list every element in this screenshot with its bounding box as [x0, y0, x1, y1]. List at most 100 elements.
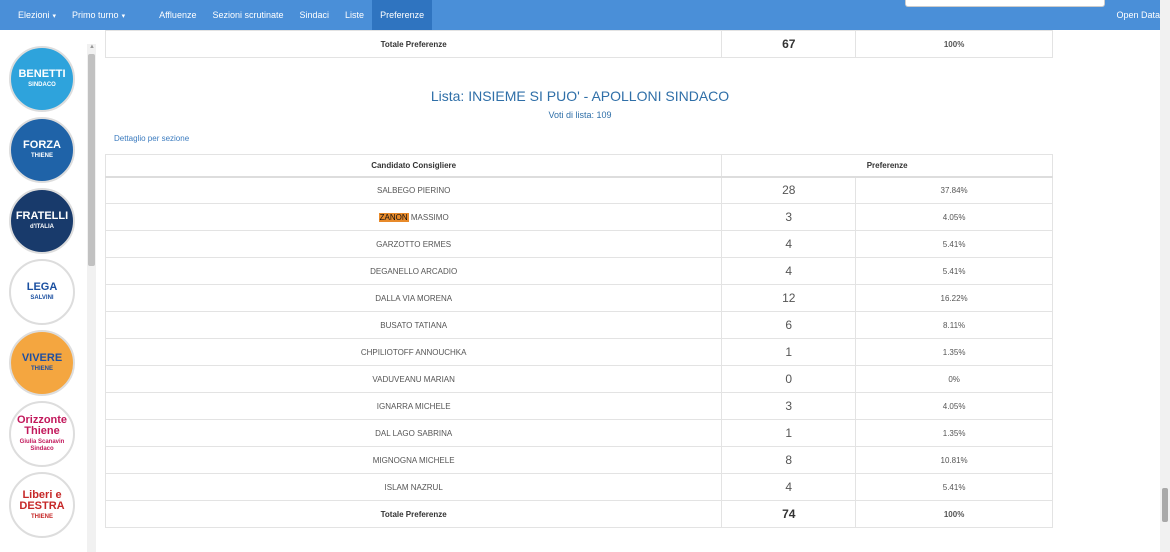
nav-item-liste[interactable]: Liste	[337, 0, 372, 30]
candidate-votes: 28	[721, 176, 857, 204]
party-logo-line2: THIENE	[30, 366, 53, 372]
candidate-votes: 4	[721, 257, 857, 285]
nav-item-label: Affluenze	[159, 10, 197, 20]
preferences-table: Candidato Consigliere Preferenze SALBEGO…	[104, 154, 1053, 528]
party-logo-line2: THIENE	[30, 153, 53, 159]
candidate-pct: 5.41%	[855, 473, 1053, 501]
candidate-votes: 4	[721, 473, 857, 501]
party-logo[interactable]: Orizzonte Thiene Giulia Scanavin Sindaco	[9, 401, 75, 467]
nav-item-label: Primo turno	[72, 10, 119, 20]
table-row: CHPILIOTOFF ANNOUCHKA 1 1.35%	[104, 338, 1053, 366]
party-logo[interactable]: VIVERE THIENE	[9, 330, 75, 396]
candidate-name: ZANON MASSIMO	[104, 203, 723, 231]
table-row: DEGANELLO ARCADIO 4 5.41%	[104, 257, 1053, 285]
candidate-name: BUSATO TATIANA	[104, 311, 723, 339]
candidate-votes: 1	[721, 419, 857, 447]
nav-item-elezioni[interactable]: Elezioni ▾	[10, 0, 64, 30]
party-logo[interactable]: BENETTI SINDACO	[9, 46, 75, 112]
search-box[interactable]	[905, 0, 1105, 7]
candidate-name: DALLA VIA MORENA	[104, 284, 723, 312]
table-row: VADUVEANU MARIAN 0 0%	[104, 365, 1053, 393]
total-label: Totale Preferenze	[104, 500, 723, 528]
candidate-name: ISLAM NAZRUL	[104, 473, 723, 501]
candidate-name: CHPILIOTOFF ANNOUCHKA	[104, 338, 723, 366]
main-content: Totale Preferenze 67 100% Lista: INSIEME…	[104, 30, 1055, 528]
scroll-up-arrow-icon[interactable]: ▲	[89, 44, 95, 50]
table-row: BUSATO TATIANA 6 8.11%	[104, 311, 1053, 339]
party-logo[interactable]: LEGA SALVINI	[9, 259, 75, 325]
candidate-name: DAL LAGO SABRINA	[104, 419, 723, 447]
nav-item-primo-turno[interactable]: Primo turno ▾	[64, 0, 133, 30]
list-title: Lista: INSIEME SI PUO' - APOLLONI SINDAC…	[430, 88, 730, 104]
candidate-pct: 1.35%	[855, 338, 1053, 366]
party-logo-line1: FRATELLI	[15, 210, 69, 222]
nav-item-label: Preferenze	[380, 10, 425, 20]
candidate-votes: 3	[721, 392, 857, 420]
party-logo-line1: VIVERE	[21, 352, 63, 364]
candidate-pct: 0%	[855, 365, 1053, 393]
candidate-pct: 16.22%	[855, 284, 1053, 312]
total-pct: 100%	[855, 30, 1053, 58]
detail-by-section-link[interactable]: Dettaglio per sezione	[114, 134, 1055, 143]
candidate-pct: 5.41%	[855, 257, 1053, 285]
party-logo-line2: Giulia Scanavin Sindaco	[19, 439, 65, 452]
candidate-pct: 4.05%	[855, 392, 1053, 420]
party-logo-line2: d'ITALIA	[30, 224, 54, 230]
total-pct: 100%	[855, 500, 1053, 528]
total-votes: 67	[721, 30, 857, 58]
nav-item-label: Liste	[345, 10, 365, 20]
chevron-down-icon: ▾	[52, 13, 57, 20]
candidate-name: DEGANELLO ARCADIO	[104, 257, 723, 285]
page-scrollbar-thumb[interactable]	[1162, 488, 1168, 522]
party-logo-line1: Liberi e DESTRA	[19, 488, 65, 512]
party-logo-line2: SALVINI	[30, 295, 54, 301]
candidate-votes: 1	[721, 338, 857, 366]
candidate-name: GARZOTTO ERMES	[104, 230, 723, 258]
table-row: DALLA VIA MORENA 12 16.22%	[104, 284, 1053, 312]
table-row: DAL LAGO SABRINA 1 1.35%	[104, 419, 1053, 447]
table-row: GARZOTTO ERMES 4 5.41%	[104, 230, 1053, 258]
candidate-pct: 37.84%	[855, 176, 1053, 204]
total-votes: 74	[721, 500, 857, 528]
nav-item-sezioni-scrutinate[interactable]: Sezioni scrutinate	[204, 0, 291, 30]
candidate-votes: 0	[721, 365, 857, 393]
party-logo-line2: THIENE	[30, 513, 53, 520]
nav-item-affluenze[interactable]: Affluenze	[151, 0, 204, 30]
chevron-down-icon: ▾	[121, 13, 126, 20]
total-label: Totale Preferenze	[104, 30, 723, 58]
sidebar-scrollbar-thumb[interactable]	[88, 54, 95, 266]
table-row: IGNARRA MICHELE 3 4.05%	[104, 392, 1053, 420]
nav-item-sindaci[interactable]: Sindaci	[292, 0, 338, 30]
total-row: Totale Preferenze 74 100%	[104, 500, 1053, 528]
nav-item-preferenze[interactable]: Preferenze	[372, 0, 433, 30]
total-row: Totale Preferenze 67 100%	[104, 30, 1053, 58]
candidate-pct: 5.41%	[855, 230, 1053, 258]
open-data-link[interactable]: Open Data	[1116, 0, 1160, 30]
candidate-votes: 3	[721, 203, 857, 231]
nav-item-label: Sezioni scrutinate	[212, 10, 284, 20]
party-logo-line1: BENETTI	[18, 68, 66, 80]
party-logo[interactable]: FORZA THIENE	[9, 117, 75, 183]
table-header: Candidato Consigliere Preferenze	[104, 154, 1053, 178]
candidate-votes: 4	[721, 230, 857, 258]
table-row: SALBEGO PIERINO 28 37.84%	[104, 176, 1053, 204]
nav-item-label: Sindaci	[299, 10, 330, 20]
header-candidate: Candidato Consigliere	[104, 154, 723, 178]
party-logo[interactable]: Liberi e DESTRA THIENE	[9, 472, 75, 538]
table-row: ISLAM NAZRUL 4 5.41%	[104, 473, 1053, 501]
candidate-votes: 6	[721, 311, 857, 339]
sidebar: ▲ BENETTI SINDACO FORZA THIENE FRATELLI d'ITA…	[0, 30, 100, 552]
candidate-name: SALBEGO PIERINO	[104, 176, 723, 204]
candidate-pct: 4.05%	[855, 203, 1053, 231]
candidate-pct: 8.11%	[855, 311, 1053, 339]
candidate-votes: 8	[721, 446, 857, 474]
party-logo[interactable]: FRATELLI d'ITALIA	[9, 188, 75, 254]
table-row: ZANON MASSIMO 3 4.05%	[104, 203, 1053, 231]
list-votes: Voti di lista: 109	[548, 110, 612, 120]
previous-list-total-table: Totale Preferenze 67 100%	[104, 30, 1053, 58]
search-highlight: ZANON	[378, 212, 409, 222]
party-logo-line2: SINDACO	[28, 82, 56, 88]
candidate-name: MIGNOGNA MICHELE	[104, 446, 723, 474]
page-scrollbar[interactable]	[1160, 0, 1170, 552]
table-row: MIGNOGNA MICHELE 8 10.81%	[104, 446, 1053, 474]
